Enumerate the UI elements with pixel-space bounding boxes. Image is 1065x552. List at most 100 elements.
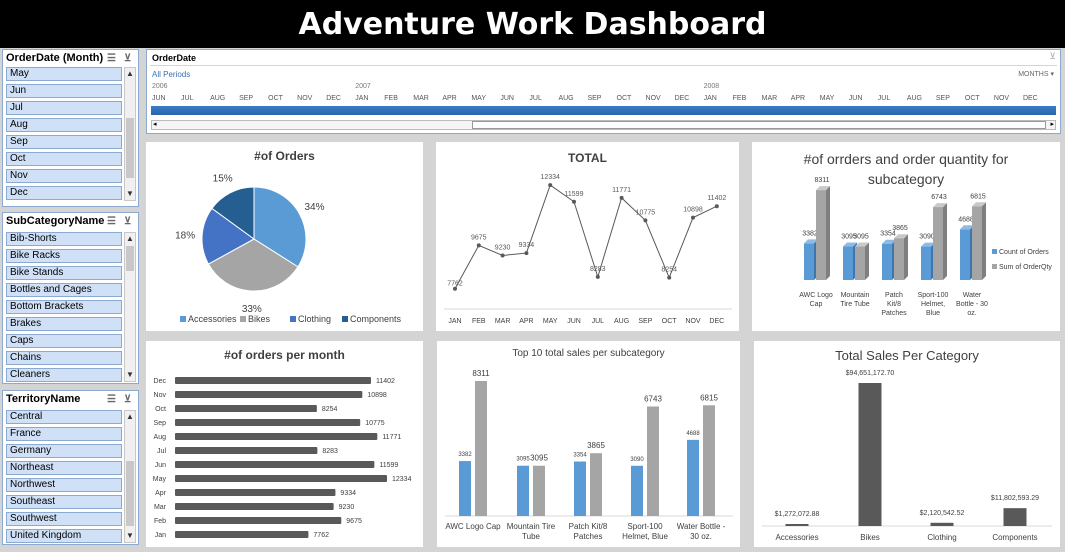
timeline-month-label[interactable]: OCT xyxy=(617,95,632,102)
scroll-up-icon[interactable]: ▲ xyxy=(125,68,135,80)
territory-slicer-scrollbar[interactable]: ▲ ▼ xyxy=(124,410,136,543)
slicer-item[interactable]: Southwest xyxy=(6,512,122,526)
scroll-right-icon[interactable]: ▸ xyxy=(1050,120,1054,128)
timeline-month-label[interactable]: JAN xyxy=(704,95,717,102)
timeline-month-label[interactable]: DEC xyxy=(326,95,341,102)
clear-filter-icon[interactable]: ⊻ xyxy=(124,51,131,67)
timeline-month-label[interactable]: JAN xyxy=(355,95,368,102)
scroll-up-icon[interactable]: ▲ xyxy=(125,411,135,423)
subcategory-slicer: SubCategoryName ☰ ⊻ Bib-Shorts Bike Racks… xyxy=(2,212,139,384)
legend-swatch xyxy=(992,264,997,269)
timeline-bar[interactable] xyxy=(151,106,1056,115)
slicer-item[interactable]: May xyxy=(6,67,122,81)
x-tick-label: Patch Kit/8 xyxy=(569,522,608,531)
timeline-month-label[interactable]: FEB xyxy=(733,95,747,102)
timeline-month-label[interactable]: AUG xyxy=(907,95,922,102)
data-point xyxy=(619,195,624,200)
timeline-month-label[interactable]: MAY xyxy=(471,95,486,102)
timeline-month-label[interactable]: SEP xyxy=(587,95,601,102)
timeline-month-label[interactable]: JUL xyxy=(181,95,193,102)
data-point xyxy=(572,199,576,204)
timeline-month-label[interactable]: NOV xyxy=(646,95,661,102)
clear-filter-icon[interactable]: ⊻ xyxy=(124,214,131,230)
multi-select-icon[interactable]: ☰ xyxy=(107,392,116,408)
timeline-month-label[interactable]: NOV xyxy=(994,95,1009,102)
slicer-item[interactable]: Bike Racks xyxy=(6,249,122,263)
slicer-item[interactable]: United Kingdom xyxy=(6,529,122,543)
timeline-month-label[interactable]: DEC xyxy=(1023,95,1038,102)
scroll-thumb[interactable] xyxy=(472,121,1046,129)
timeline-month-label[interactable]: APR xyxy=(791,95,805,102)
timeline-month-label[interactable]: OCT xyxy=(268,95,283,102)
slicer-item[interactable]: Sep xyxy=(6,135,122,149)
scroll-thumb[interactable] xyxy=(126,118,134,178)
clear-filter-icon[interactable]: ⊻ xyxy=(1049,51,1056,62)
data-label: $1,272,072.88 xyxy=(775,511,820,518)
scroll-thumb[interactable] xyxy=(126,246,134,271)
multi-select-icon[interactable]: ☰ xyxy=(107,214,116,230)
scroll-left-icon[interactable]: ◂ xyxy=(153,120,157,128)
bar xyxy=(459,461,471,516)
bar-side xyxy=(982,202,986,280)
slicer-item[interactable]: Aug xyxy=(6,118,122,132)
bar xyxy=(175,447,318,454)
bar xyxy=(175,433,378,440)
slicer-item[interactable]: Central xyxy=(6,410,122,424)
timeline-level-dropdown[interactable]: MONTHS ▾ xyxy=(1018,70,1054,78)
timeline-month-label[interactable]: APR xyxy=(442,95,456,102)
slicer-item[interactable]: Cleaners xyxy=(6,368,122,382)
slicer-item[interactable]: Jun xyxy=(6,84,122,98)
x-tick-label: DEC xyxy=(709,318,724,325)
timeline-month-label[interactable]: FEB xyxy=(384,95,398,102)
slicer-item[interactable]: Chains xyxy=(6,351,122,365)
slicer-item[interactable]: Bib-Shorts xyxy=(6,232,122,246)
data-label: 9230 xyxy=(495,244,511,251)
slicer-item[interactable]: Nov xyxy=(6,169,122,183)
timeline-month-label[interactable]: MAR xyxy=(762,95,778,102)
timeline-month-label[interactable]: AUG xyxy=(558,95,573,102)
timeline-month-label[interactable]: AUG xyxy=(210,95,225,102)
slicer-item[interactable]: Bike Stands xyxy=(6,266,122,280)
timeline-month-label[interactable]: DEC xyxy=(675,95,690,102)
multi-select-icon[interactable]: ☰ xyxy=(107,51,116,67)
scroll-up-icon[interactable]: ▲ xyxy=(125,233,135,245)
timeline-month-label[interactable]: JUN xyxy=(500,95,514,102)
x-tick-label: Water xyxy=(963,292,982,299)
timeline-month-label[interactable]: OCT xyxy=(965,95,980,102)
slicer-item[interactable]: Jul xyxy=(6,101,122,115)
timeline-scrollbar[interactable]: ◂ ▸ xyxy=(151,120,1056,130)
slicer-item[interactable]: Bottom Brackets xyxy=(6,300,122,314)
slicer-item[interactable]: France xyxy=(6,427,122,441)
bar xyxy=(175,489,336,496)
slicer-item[interactable]: Northwest xyxy=(6,478,122,492)
timeline-month-label[interactable]: SEP xyxy=(936,95,950,102)
timeline-month-label[interactable]: SEP xyxy=(239,95,253,102)
slicer-item[interactable]: Brakes xyxy=(6,317,122,331)
data-label: $11,802,593.29 xyxy=(991,495,1039,502)
slicer-item[interactable]: Oct xyxy=(6,152,122,166)
clear-filter-icon[interactable]: ⊻ xyxy=(124,392,131,408)
scroll-down-icon[interactable]: ▼ xyxy=(125,369,135,381)
timeline-month-label[interactable]: MAR xyxy=(413,95,429,102)
timeline-month-label[interactable]: JUN xyxy=(849,95,863,102)
slicer-item[interactable]: Dec xyxy=(6,186,122,200)
data-label: 3354 xyxy=(573,453,587,459)
slicer-item[interactable]: Bottles and Cages xyxy=(6,283,122,297)
timeline-month-label[interactable]: JUN xyxy=(152,95,166,102)
timeline-month-label[interactable]: MAY xyxy=(820,95,835,102)
slicer-item[interactable]: Southeast xyxy=(6,495,122,509)
order-date-timeline[interactable]: OrderDate ⊻ All Periods MONTHS ▾ 2006 200… xyxy=(146,49,1061,134)
timeline-month-label[interactable]: JUL xyxy=(529,95,541,102)
subcategory-slicer-scrollbar[interactable]: ▲ ▼ xyxy=(124,232,136,382)
slicer-item[interactable]: Germany xyxy=(6,444,122,458)
timeline-month-label[interactable]: NOV xyxy=(297,95,312,102)
timeline-month-label[interactable]: JUL xyxy=(878,95,890,102)
y-tick-label: Jun xyxy=(155,462,166,469)
scroll-thumb[interactable] xyxy=(126,461,134,526)
scroll-down-icon[interactable]: ▼ xyxy=(125,188,135,200)
slicer-item[interactable]: Caps xyxy=(6,334,122,348)
month-slicer-scrollbar[interactable]: ▲ ▼ xyxy=(124,67,136,201)
scroll-down-icon[interactable]: ▼ xyxy=(125,530,135,542)
slicer-item[interactable]: Northeast xyxy=(6,461,122,475)
territory-slicer-header: TerritoryName ☰ ⊻ xyxy=(3,391,138,407)
